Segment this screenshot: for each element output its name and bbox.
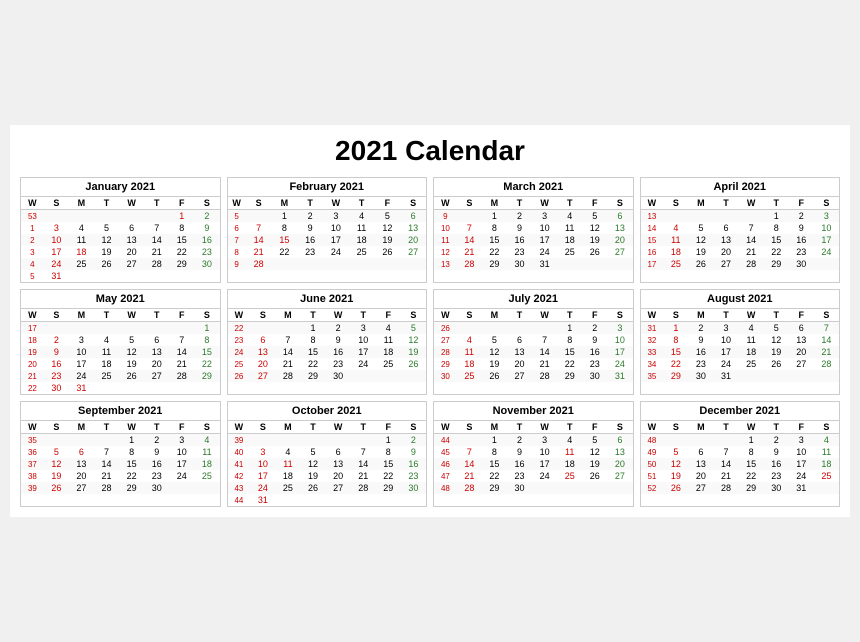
- page-title: 2021 Calendar: [20, 135, 840, 167]
- month-october: October 2021 WSMTWTFS 3912 403456789 411…: [227, 401, 428, 507]
- month-september: September 2021 WSMTWTFS 351234 365678910…: [20, 401, 221, 507]
- month-title-december: December 2021: [641, 402, 840, 421]
- month-title-july: July 2021: [434, 290, 633, 309]
- month-december: December 2021 WSMTWTFS 481234 4956789101…: [640, 401, 841, 507]
- month-june: June 2021 WSMTWTFS 2212345 236789101112 …: [227, 289, 428, 395]
- month-february: February 2021 WSMTWTFS 5123456 678910111…: [227, 177, 428, 283]
- month-august: August 2021 WSMTWTFS 311234567 328910111…: [640, 289, 841, 395]
- month-april: April 2021 WSMTWTFS 13123 1445678910 151…: [640, 177, 841, 283]
- month-january: January 2021 WSMTWTFS 5312 13456789 2101…: [20, 177, 221, 283]
- month-title-may: May 2021: [21, 290, 220, 309]
- month-july: July 2021 WSMTWTFS 26123 2745678910 2811…: [433, 289, 634, 395]
- month-title-march: March 2021: [434, 178, 633, 197]
- month-march: March 2021 WSMTWTFS 9123456 107891011121…: [433, 177, 634, 283]
- month-title-june: June 2021: [228, 290, 427, 309]
- month-title-october: October 2021: [228, 402, 427, 421]
- month-title-april: April 2021: [641, 178, 840, 197]
- month-november: November 2021 WSMTWTFS 44123456 45789101…: [433, 401, 634, 507]
- calendar-grid: January 2021 WSMTWTFS 5312 13456789 2101…: [20, 177, 840, 507]
- month-title-january: January 2021: [21, 178, 220, 197]
- month-title-november: November 2021: [434, 402, 633, 421]
- month-title-september: September 2021: [21, 402, 220, 421]
- month-may: May 2021 WSMTWTFS 171 182345678 19910111…: [20, 289, 221, 395]
- month-title-august: August 2021: [641, 290, 840, 309]
- month-title-february: February 2021: [228, 178, 427, 197]
